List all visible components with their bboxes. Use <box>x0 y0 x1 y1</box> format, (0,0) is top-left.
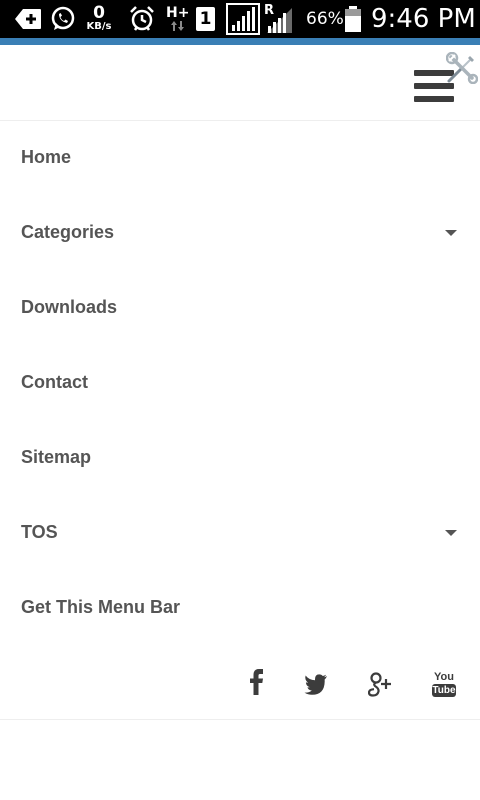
menu-item-label: Contact <box>21 372 88 392</box>
roaming-signal-icon: R <box>264 0 294 38</box>
sim-slot-indicator: 1 <box>196 0 215 38</box>
alarm-icon <box>128 0 156 38</box>
menu-item-get-this-menu-bar[interactable]: Get This Menu Bar <box>0 570 480 645</box>
menu-item-label: Sitemap <box>21 447 92 467</box>
menu-bottom-divider <box>0 719 480 720</box>
data-speed-unit: KB/s <box>86 21 112 32</box>
signal-strength-icon <box>226 0 260 38</box>
youtube-icon-text-bottom: Tube <box>432 684 456 696</box>
tools-icon[interactable] <box>445 51 479 85</box>
youtube-icon-text-top: You <box>434 671 454 683</box>
menu-item-label: Downloads <box>21 297 118 317</box>
whatsapp-icon <box>50 0 76 38</box>
data-arrows-icon <box>170 21 184 31</box>
menu-item-label: Categories <box>21 222 115 242</box>
youtube-icon[interactable]: You Tube <box>432 668 456 700</box>
twitter-icon[interactable] <box>304 668 330 700</box>
site-header <box>0 45 480 121</box>
battery-icon <box>344 0 362 38</box>
menu-item-categories[interactable]: Categories <box>0 195 480 270</box>
clock-time: 9:46 PM <box>371 4 476 34</box>
menu-item-contact[interactable]: Contact <box>0 345 480 420</box>
google-plus-icon[interactable] <box>367 668 394 700</box>
social-links: You Tube <box>0 660 480 710</box>
menu-item-downloads[interactable]: Downloads <box>0 270 480 345</box>
notification-add-icon <box>14 0 42 38</box>
roaming-indicator: R <box>264 3 275 18</box>
battery-percent: 66% <box>306 0 344 38</box>
status-bar-accent <box>0 38 480 45</box>
battery-percent-text: 66% <box>306 9 344 29</box>
menu-item-label: Home <box>21 147 72 167</box>
menu-item-sitemap[interactable]: Sitemap <box>0 420 480 495</box>
sim-slot-number: 1 <box>199 9 212 29</box>
status-bar: 0 KB/s H+ 1 R 66% 9:46 PM <box>0 0 480 38</box>
menu-item-tos[interactable]: TOS <box>0 495 480 570</box>
clock: 9:46 PM <box>371 0 476 38</box>
data-speed-indicator: 0 KB/s <box>84 0 114 38</box>
menu-item-home[interactable]: Home <box>0 120 480 195</box>
chevron-down-icon[interactable] <box>445 230 457 236</box>
data-speed-value: 0 <box>93 3 105 23</box>
network-type-indicator: H+ <box>166 0 189 38</box>
chevron-down-icon[interactable] <box>445 530 457 536</box>
network-type-text: H+ <box>166 5 190 21</box>
menu-item-label: TOS <box>21 522 58 542</box>
nav-menu: Home Categories Downloads Contact Sitema… <box>0 120 480 645</box>
facebook-icon[interactable] <box>246 668 274 700</box>
menu-item-label: Get This Menu Bar <box>21 597 181 617</box>
